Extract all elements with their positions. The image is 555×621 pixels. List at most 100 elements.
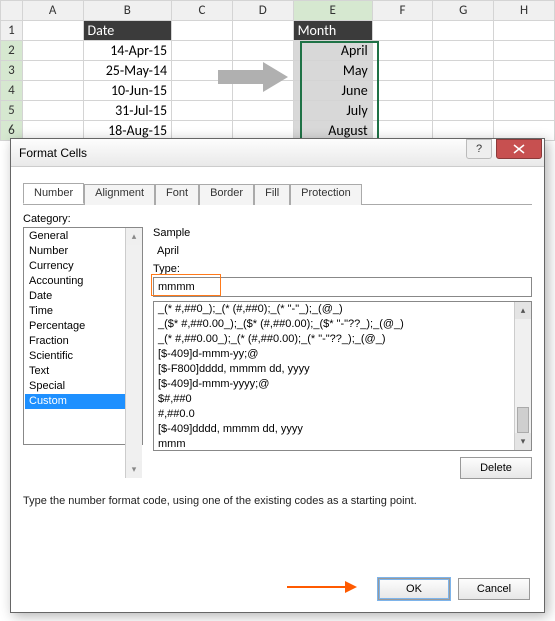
scroll-up-icon[interactable]: ▴ — [126, 228, 142, 245]
cell-f4[interactable] — [372, 81, 433, 101]
cell-d5[interactable] — [232, 101, 293, 121]
cell-d2[interactable] — [232, 41, 293, 61]
format-item[interactable]: [$-409]dddd, mmmm dd, yyyy — [154, 422, 531, 437]
cell-d1[interactable] — [232, 21, 293, 41]
format-code-listbox[interactable]: _(* #,##0_);_(* (#,##0);_(* "-"_);_(@_) … — [153, 301, 532, 451]
dialog-titlebar[interactable]: Format Cells ? — [11, 139, 544, 167]
cell-h2[interactable] — [494, 41, 555, 61]
cell-b2[interactable]: 14-Apr-15 — [83, 41, 172, 61]
cell-e4[interactable]: June — [293, 81, 372, 101]
spreadsheet-grid[interactable]: A B C D E F G H 1 Date Month 2 14-Apr-15… — [0, 0, 555, 141]
cell-h4[interactable] — [494, 81, 555, 101]
scroll-up-icon[interactable]: ▴ — [515, 302, 531, 319]
cell-g1[interactable] — [433, 21, 494, 41]
tab-font[interactable]: Font — [155, 184, 199, 205]
row-header-5[interactable]: 5 — [1, 101, 23, 121]
row-header-1[interactable]: 1 — [1, 21, 23, 41]
format-item[interactable]: mmm — [154, 437, 531, 451]
category-item-accounting[interactable]: Accounting — [25, 274, 141, 289]
format-item[interactable]: [$-409]d-mmm-yy;@ — [154, 347, 531, 362]
format-item[interactable]: _(* #,##0_);_(* (#,##0);_(* "-"_);_(@_) — [154, 302, 531, 317]
cell-g5[interactable] — [433, 101, 494, 121]
help-button[interactable]: ? — [466, 139, 492, 159]
col-header-f[interactable]: F — [372, 1, 433, 21]
cell-b3[interactable]: 25-May-14 — [83, 61, 172, 81]
cell-h1[interactable] — [494, 21, 555, 41]
cell-f3[interactable] — [372, 61, 433, 81]
row-header-2[interactable]: 2 — [1, 41, 23, 61]
cell-h5[interactable] — [494, 101, 555, 121]
cell-e1[interactable]: Month — [293, 21, 372, 41]
col-header-h[interactable]: H — [494, 1, 555, 21]
cell-e5[interactable]: July — [293, 101, 372, 121]
format-item[interactable]: $#,##0 — [154, 392, 531, 407]
cell-a3[interactable] — [22, 61, 83, 81]
cell-d4[interactable] — [232, 81, 293, 101]
cell-c1[interactable] — [172, 21, 233, 41]
cell-f5[interactable] — [372, 101, 433, 121]
cell-g4[interactable] — [433, 81, 494, 101]
sample-label: Sample — [153, 227, 532, 239]
category-item-percentage[interactable]: Percentage — [25, 319, 141, 334]
scroll-down-icon[interactable]: ▾ — [126, 461, 142, 478]
cell-b4[interactable]: 10-Jun-15 — [83, 81, 172, 101]
delete-button[interactable]: Delete — [460, 457, 532, 479]
tab-border[interactable]: Border — [199, 184, 254, 205]
cell-e3[interactable]: May — [293, 61, 372, 81]
dialog-tabstrip: Number Alignment Font Border Fill Protec… — [23, 183, 532, 205]
cell-b5[interactable]: 31-Jul-15 — [83, 101, 172, 121]
category-item-currency[interactable]: Currency — [25, 259, 141, 274]
cell-a4[interactable] — [22, 81, 83, 101]
category-item-special[interactable]: Special — [25, 379, 141, 394]
cell-d3[interactable] — [232, 61, 293, 81]
category-item-fraction[interactable]: Fraction — [25, 334, 141, 349]
cell-f1[interactable] — [372, 21, 433, 41]
category-item-time[interactable]: Time — [25, 304, 141, 319]
col-header-b[interactable]: B — [83, 1, 172, 21]
close-button[interactable] — [496, 139, 542, 159]
format-item[interactable]: #,##0.0 — [154, 407, 531, 422]
category-item-general[interactable]: General — [25, 229, 141, 244]
cell-c4[interactable] — [172, 81, 233, 101]
cell-a2[interactable] — [22, 41, 83, 61]
cell-a1[interactable] — [22, 21, 83, 41]
ok-button[interactable]: OK — [378, 578, 450, 600]
format-item[interactable]: [$-409]d-mmm-yyyy;@ — [154, 377, 531, 392]
tab-protection[interactable]: Protection — [290, 184, 362, 205]
category-item-text[interactable]: Text — [25, 364, 141, 379]
select-all-corner[interactable] — [1, 1, 23, 21]
cell-g2[interactable] — [433, 41, 494, 61]
scroll-thumb[interactable] — [517, 407, 529, 433]
col-header-e[interactable]: E — [293, 1, 372, 21]
cell-f2[interactable] — [372, 41, 433, 61]
tab-fill[interactable]: Fill — [254, 184, 290, 205]
cell-e2[interactable]: April — [293, 41, 372, 61]
col-header-g[interactable]: G — [433, 1, 494, 21]
col-header-c[interactable]: C — [172, 1, 233, 21]
tab-alignment[interactable]: Alignment — [84, 184, 155, 205]
category-item-scientific[interactable]: Scientific — [25, 349, 141, 364]
cell-h3[interactable] — [494, 61, 555, 81]
cell-c5[interactable] — [172, 101, 233, 121]
category-item-date[interactable]: Date — [25, 289, 141, 304]
category-scrollbar[interactable]: ▴ ▾ — [125, 228, 142, 478]
type-input[interactable] — [153, 277, 532, 297]
row-header-3[interactable]: 3 — [1, 61, 23, 81]
format-item[interactable]: [$-F800]dddd, mmmm dd, yyyy — [154, 362, 531, 377]
tab-number[interactable]: Number — [23, 183, 84, 204]
category-item-number[interactable]: Number — [25, 244, 141, 259]
category-item-custom[interactable]: Custom — [25, 394, 141, 409]
row-header-4[interactable]: 4 — [1, 81, 23, 101]
cell-c3[interactable] — [172, 61, 233, 81]
format-item[interactable]: _(* #,##0.00_);_(* (#,##0.00);_(* "-"??_… — [154, 332, 531, 347]
col-header-d[interactable]: D — [232, 1, 293, 21]
format-item[interactable]: _($* #,##0.00_);_($* (#,##0.00);_($* "-"… — [154, 317, 531, 332]
cancel-button[interactable]: Cancel — [458, 578, 530, 600]
scroll-down-icon[interactable]: ▾ — [515, 433, 531, 450]
cell-c2[interactable] — [172, 41, 233, 61]
col-header-a[interactable]: A — [22, 1, 83, 21]
cell-a5[interactable] — [22, 101, 83, 121]
cell-b1[interactable]: Date — [83, 21, 172, 41]
cell-g3[interactable] — [433, 61, 494, 81]
format-scrollbar[interactable]: ▴ ▾ — [514, 302, 531, 450]
